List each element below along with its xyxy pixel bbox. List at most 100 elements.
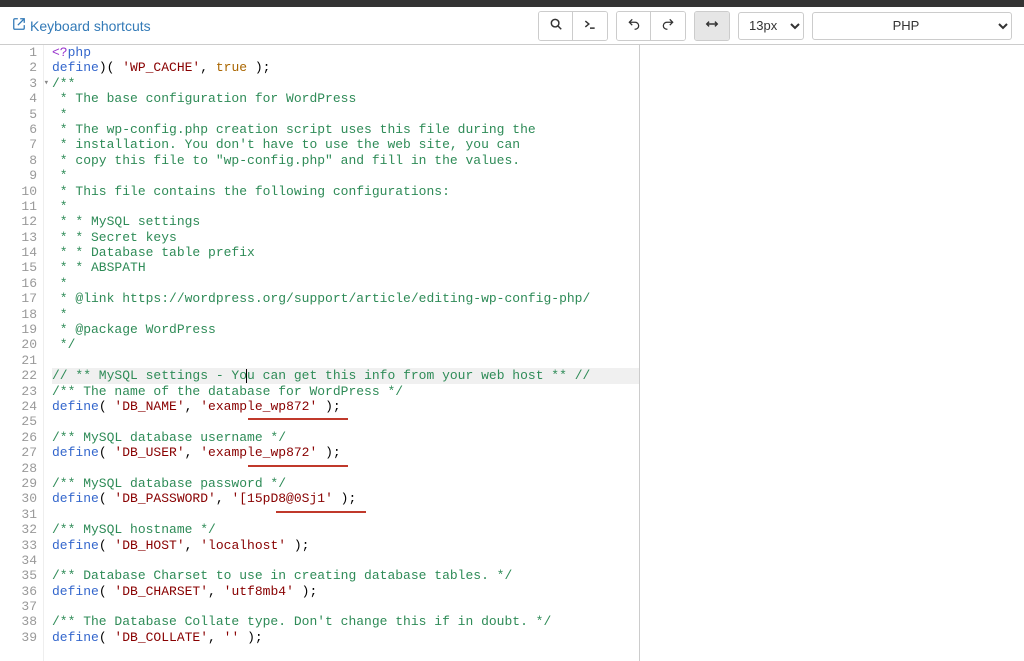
line-number: 5 <box>0 107 37 122</box>
code-line[interactable]: * @link https://wordpress.org/support/ar… <box>52 291 639 306</box>
toolbar: Keyboard shortcuts <box>0 7 1024 45</box>
code-line[interactable]: <?php <box>52 45 639 60</box>
code-line[interactable]: /** The Database Collate type. Don't cha… <box>52 614 639 629</box>
code-line[interactable]: * @package WordPress <box>52 322 639 337</box>
line-number: 20 <box>0 337 37 352</box>
line-number: 14 <box>0 245 37 260</box>
terminal-button[interactable] <box>573 12 607 40</box>
undo-button[interactable] <box>617 12 651 40</box>
code-line[interactable] <box>52 414 639 429</box>
line-number: 32 <box>0 522 37 537</box>
code-line[interactable] <box>52 461 639 476</box>
line-number: 38 <box>0 614 37 629</box>
line-number: 35 <box>0 568 37 583</box>
undo-redo-group <box>616 11 686 41</box>
code-line[interactable]: * * Database table prefix <box>52 245 639 260</box>
language-select[interactable]: PHP <box>812 12 1012 40</box>
line-number: 26 <box>0 430 37 445</box>
code-line[interactable]: /** MySQL database password */ <box>52 476 639 491</box>
line-number: 24 <box>0 399 37 414</box>
wrap-icon <box>705 17 719 34</box>
line-number: 37 <box>0 599 37 614</box>
code-line[interactable]: * * MySQL settings <box>52 214 639 229</box>
editor-wrap: 1234567891011121314151617181920212223242… <box>0 45 1024 661</box>
window-topbar <box>0 0 1024 7</box>
code-line[interactable]: define( 'DB_HOST', 'localhost' ); <box>52 538 639 553</box>
code-line[interactable]: define( 'DB_COLLATE', '' ); <box>52 630 639 645</box>
keyboard-shortcuts-label: Keyboard shortcuts <box>30 18 151 34</box>
line-number: 36 <box>0 584 37 599</box>
code-line[interactable]: * <box>52 276 639 291</box>
code-line[interactable]: * * Secret keys <box>52 230 639 245</box>
line-number: 27 <box>0 445 37 460</box>
line-number: 2 <box>0 60 37 75</box>
line-number: 39 <box>0 630 37 645</box>
code-line[interactable]: /** Database Charset to use in creating … <box>52 568 639 583</box>
code-line[interactable]: * installation. You don't have to use th… <box>52 137 639 152</box>
line-number: 6 <box>0 122 37 137</box>
wrap-button[interactable] <box>695 12 729 40</box>
line-number: 28 <box>0 461 37 476</box>
line-number: 18 <box>0 307 37 322</box>
code-line[interactable]: * * ABSPATH <box>52 260 639 275</box>
code-line[interactable]: */ <box>52 337 639 352</box>
keyboard-shortcuts-link[interactable]: Keyboard shortcuts <box>12 17 151 34</box>
line-number: 25 <box>0 414 37 429</box>
code-line[interactable]: * The wp-config.php creation script uses… <box>52 122 639 137</box>
code-line[interactable]: define( 'DB_CHARSET', 'utf8mb4' ); <box>52 584 639 599</box>
code-line[interactable]: /** MySQL hostname */ <box>52 522 639 537</box>
line-number: 10 <box>0 184 37 199</box>
line-number: 16 <box>0 276 37 291</box>
line-number: 21 <box>0 353 37 368</box>
line-number: 19 <box>0 322 37 337</box>
search-button[interactable] <box>539 12 573 40</box>
line-number: 1 <box>0 45 37 60</box>
line-number: 7 <box>0 137 37 152</box>
redo-button[interactable] <box>651 12 685 40</box>
code-line[interactable] <box>52 553 639 568</box>
line-number: 3 <box>0 76 37 91</box>
code-line[interactable] <box>52 353 639 368</box>
code-line[interactable] <box>52 599 639 614</box>
terminal-icon <box>583 17 597 34</box>
line-number: 9 <box>0 168 37 183</box>
line-number: 29 <box>0 476 37 491</box>
code-editor[interactable]: 1234567891011121314151617181920212223242… <box>0 45 640 661</box>
line-number: 11 <box>0 199 37 214</box>
preview-panel <box>640 45 1024 661</box>
code-line[interactable]: * <box>52 307 639 322</box>
code-line[interactable]: * The base configuration for WordPress <box>52 91 639 106</box>
code-line[interactable]: * This file contains the following confi… <box>52 184 639 199</box>
undo-icon <box>627 17 641 34</box>
line-number: 22 <box>0 368 37 383</box>
line-number: 23 <box>0 384 37 399</box>
line-number: 8 <box>0 153 37 168</box>
code-line[interactable]: * <box>52 107 639 122</box>
search-group <box>538 11 608 41</box>
line-number: 33 <box>0 538 37 553</box>
code-line[interactable]: define( 'DB_PASSWORD', '[15pD8@0Sj1' ); <box>52 491 639 506</box>
line-number: 17 <box>0 291 37 306</box>
code-line[interactable]: * <box>52 168 639 183</box>
code-line[interactable]: define( 'DB_USER', 'example_wp872' ); <box>52 445 639 460</box>
code-line[interactable]: * <box>52 199 639 214</box>
code-line[interactable]: /** <box>52 76 639 91</box>
code-area[interactable]: <?phpdefine)( 'WP_CACHE', true );/** * T… <box>44 45 639 661</box>
search-icon <box>549 17 563 34</box>
external-link-icon <box>12 17 26 34</box>
code-line[interactable]: * copy this file to "wp-config.php" and … <box>52 153 639 168</box>
code-line[interactable]: /** MySQL database username */ <box>52 430 639 445</box>
line-number: 12 <box>0 214 37 229</box>
highlight-underline <box>248 465 348 467</box>
code-line[interactable]: /** The name of the database for WordPre… <box>52 384 639 399</box>
highlight-underline <box>248 418 348 420</box>
highlight-underline <box>276 511 366 513</box>
code-line[interactable]: define( 'DB_NAME', 'example_wp872' ); <box>52 399 639 414</box>
font-size-select[interactable]: 13px <box>738 12 804 40</box>
code-line[interactable] <box>52 507 639 522</box>
line-number: 30 <box>0 491 37 506</box>
redo-icon <box>661 17 675 34</box>
line-number: 13 <box>0 230 37 245</box>
code-line[interactable]: define)( 'WP_CACHE', true ); <box>52 60 639 75</box>
code-line[interactable]: // ** MySQL settings - You can get this … <box>52 368 639 383</box>
